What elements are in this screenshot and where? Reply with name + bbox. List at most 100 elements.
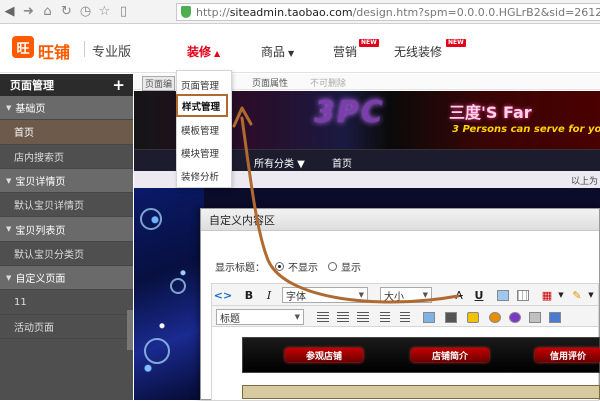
sidebar-group-basic-pages[interactable]: ▼ 基础页 — [0, 96, 133, 121]
history-icon[interactable]: ◷ — [76, 1, 95, 23]
logo-text[interactable]: 旺铺 — [38, 39, 70, 63]
sidebar-item-label: 基础页 — [15, 104, 46, 116]
image-icon[interactable] — [496, 288, 510, 302]
chevron-down-icon[interactable]: ▼ — [554, 288, 568, 302]
chevron-down-icon[interactable]: ▼ — [584, 288, 598, 302]
editor-content-area[interactable]: 参观店铺 店铺简介 信用评价 — [211, 327, 600, 401]
sidebar-item-11[interactable]: 11 — [0, 290, 133, 315]
tab-marketing-label: 营销 — [333, 45, 358, 59]
home-icon[interactable]: ⌂ — [38, 1, 57, 23]
source-code-icon[interactable]: <> — [214, 288, 232, 302]
sidebar-collapse-handle[interactable] — [127, 310, 133, 350]
chevron-down-icon: ▼ — [6, 176, 12, 185]
sidebar-group-item-list[interactable]: ▼ 宝贝列表页 — [0, 217, 133, 242]
insert-image-icon[interactable] — [422, 310, 436, 324]
menu-item-page-management[interactable]: 页面管理 — [177, 73, 233, 96]
sidebar-item-label: 默认宝贝分类页 — [14, 249, 84, 261]
link-icon[interactable] — [488, 310, 502, 324]
chevron-down-icon: ▼ — [6, 103, 12, 112]
bookmark-icon[interactable]: ▯ — [114, 1, 133, 23]
nav-pill-credit-rating: 信用评价 — [535, 348, 600, 362]
unlink-icon[interactable] — [508, 310, 522, 324]
nav-pill-visit-shop: 参观店铺 — [285, 348, 363, 362]
table-icon[interactable] — [516, 288, 530, 302]
font-size-select[interactable]: 大小 ▼ — [380, 287, 432, 303]
page-management-sidebar: 页面管理 + ▼ 基础页 首页 店内搜索页 ▼ 宝贝详情页 默认宝贝详情页 ▼ 宝贝列… — [0, 74, 133, 400]
caret-down-icon: ▼ — [288, 49, 295, 58]
module-icon[interactable] — [548, 310, 562, 324]
heading-select[interactable]: 标题 ▼ — [216, 309, 304, 325]
text-color-icon[interactable]: ▦ — [540, 288, 554, 302]
layout-icon[interactable] — [444, 310, 458, 324]
media-icon[interactable] — [528, 310, 542, 324]
underline-icon[interactable]: U — [472, 288, 486, 302]
sidebar-item-search-page[interactable]: 店内搜索页 — [0, 145, 133, 169]
tab-decoration[interactable]: 装修 ▲ — [187, 43, 220, 60]
menu-item-template-management[interactable]: 模板管理 — [177, 118, 233, 141]
caret-up-icon: ▲ — [214, 49, 221, 58]
bold-icon[interactable]: B — [242, 288, 256, 302]
radio-show-label: 显示 — [341, 263, 361, 274]
decorative-ring — [170, 278, 186, 294]
wangpu-logo-icon[interactable]: 旺 — [12, 36, 34, 58]
numbered-list-icon[interactable] — [398, 310, 412, 324]
menu-item-decoration-analysis[interactable]: 装修分析 — [177, 164, 233, 187]
menu-item-style-management[interactable]: 样式管理 — [176, 94, 228, 117]
editor-toolbar-row-2: 标题 ▼ — [211, 305, 599, 327]
shop-nav-home[interactable]: 首页 — [332, 155, 352, 170]
align-right-icon[interactable] — [356, 310, 370, 324]
url-path: /design.htm?spm=0.0.0.0.HGLrB2&sid=26124… — [352, 5, 600, 19]
sidebar-item-homepage[interactable]: 首页 — [0, 120, 133, 145]
tab-products[interactable]: 商品 ▼ — [261, 43, 294, 60]
layout-hint-text: 以上为 — [570, 177, 598, 187]
italic-icon[interactable]: I — [262, 288, 276, 302]
sidebar-group-custom-pages[interactable]: ▼ 自定义页面 — [0, 266, 133, 291]
not-deletable-label: 不可删除 — [310, 79, 347, 89]
refresh-icon[interactable]: ↻ — [57, 1, 76, 23]
radio-show-title[interactable] — [328, 262, 337, 271]
sidebar-item-label: 11 — [14, 296, 27, 308]
banner-subtitle: 3 Persons can serve for yo — [452, 124, 600, 135]
sidebar-title: 页面管理 — [10, 79, 54, 92]
address-bar[interactable]: http:// siteadmin.taobao.com /design.htm… — [176, 3, 600, 21]
page-properties-button[interactable]: 页面属性 — [252, 76, 288, 89]
radio-hide-label: 不显示 — [288, 263, 318, 274]
star-icon[interactable]: ☆ — [95, 1, 114, 23]
sidebar-item-default-detail[interactable]: 默认宝贝详情页 — [0, 193, 133, 218]
sidebar-item-default-category[interactable]: 默认宝贝分类页 — [0, 242, 133, 267]
shop-nav-all-categories[interactable]: 所有分类 ▼ — [254, 155, 305, 170]
tab-mobile-decoration[interactable]: 无线装修 NEW — [394, 39, 466, 60]
sidebar-item-label: 活动页面 — [14, 322, 54, 334]
sidebar-header: 页面管理 + — [0, 74, 133, 96]
show-title-label: 显示标题： — [215, 263, 265, 274]
align-left-icon[interactable] — [316, 310, 330, 324]
tab-mobile-decoration-label: 无线装修 — [394, 45, 443, 59]
forward-icon[interactable]: ➜ — [19, 1, 38, 23]
edit-page-button[interactable]: 页面编 — [142, 76, 176, 91]
add-page-icon[interactable]: + — [112, 76, 125, 94]
bulleted-list-icon[interactable] — [378, 310, 392, 324]
align-center-icon[interactable] — [336, 310, 350, 324]
font-family-select[interactable]: 字体 ▼ — [282, 287, 368, 303]
nav-image-preview: 参观店铺 店铺简介 信用评价 — [242, 337, 600, 373]
nav-image-preview-strip — [242, 385, 600, 399]
font-size-value: 大小 — [384, 291, 404, 303]
editor-toolbar-row-1: <> B I 字体 ▼ 大小 ▼ A U ▦ ▼ ✎ ▼ — [211, 283, 599, 305]
chevron-down-icon: ▼ — [294, 313, 300, 321]
sidebar-item-activity-page[interactable]: 活动页面 — [0, 315, 133, 339]
banner-title: 三度'S Far — [449, 103, 532, 122]
radio-hide-title[interactable] — [275, 262, 284, 271]
sidebar-item-label: 宝贝列表页 — [15, 225, 66, 237]
back-icon[interactable]: ◀ — [0, 1, 19, 23]
decorative-ring — [140, 208, 162, 230]
menu-item-module-management[interactable]: 模块管理 — [177, 141, 233, 164]
new-badge: NEW — [446, 39, 466, 47]
highlight-color-icon[interactable]: ✎ — [570, 288, 584, 302]
decoration-dropdown-menu: 页面管理 样式管理 模板管理 模块管理 装修分析 — [176, 70, 232, 188]
chevron-down-icon: ▼ — [6, 273, 12, 282]
tab-marketing[interactable]: 营销 NEW — [333, 39, 379, 60]
sidebar-group-item-detail[interactable]: ▼ 宝贝详情页 — [0, 168, 133, 194]
emoji-icon[interactable] — [466, 310, 480, 324]
strikethrough-icon[interactable]: A — [452, 288, 466, 302]
tab-products-label: 商品 — [261, 45, 286, 59]
